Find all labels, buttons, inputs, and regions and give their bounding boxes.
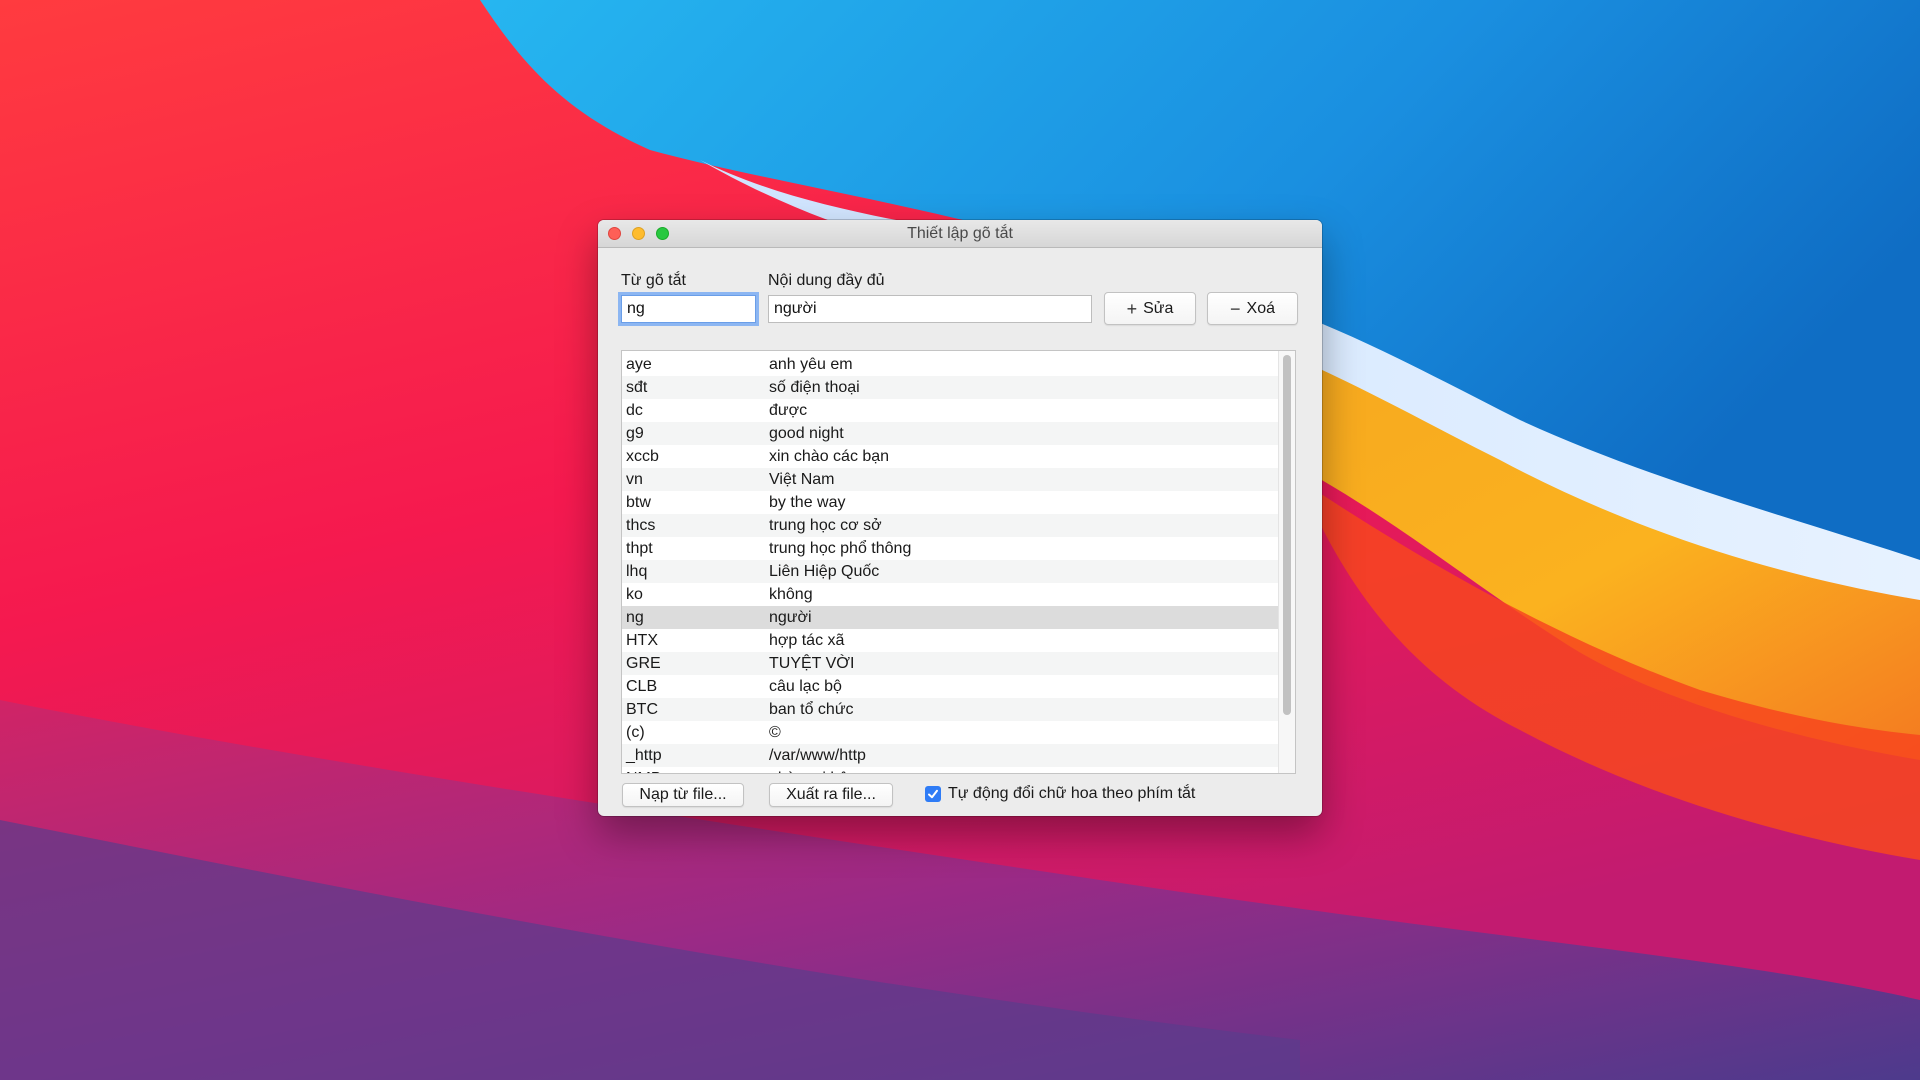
table-row[interactable]: thpt trung học phổ thông bbox=[622, 537, 1279, 560]
content-cell: Việt Nam bbox=[769, 471, 835, 488]
shortcut-cell: dc bbox=[626, 402, 643, 419]
shortcut-cell: aye bbox=[626, 356, 652, 373]
table-row[interactable]: BTC ban tổ chức bbox=[622, 698, 1279, 721]
content-cell: ban tổ chức bbox=[769, 701, 854, 718]
table-row[interactable]: vn Việt Nam bbox=[622, 468, 1279, 491]
text-replacement-window: Thiết lập gõ tắt Từ gõ tắt Nội dung đầy … bbox=[598, 220, 1322, 816]
shortcut-cell: ng bbox=[626, 609, 644, 626]
delete-button[interactable]: − Xoá bbox=[1207, 292, 1298, 325]
checkmark-icon bbox=[928, 789, 938, 799]
table-row[interactable]: (c) © bbox=[622, 721, 1279, 744]
table-row[interactable]: btw by the way bbox=[622, 491, 1279, 514]
table-row[interactable]: NMB nhà mọi bộ bbox=[622, 767, 1279, 773]
shortcut-cell: xccb bbox=[626, 448, 659, 465]
shortcut-cell: thpt bbox=[626, 540, 653, 557]
content-cell: nhà mọi bộ bbox=[769, 770, 848, 773]
table-row[interactable]: dc được bbox=[622, 399, 1279, 422]
shortcut-cell: _http bbox=[626, 747, 662, 764]
table-row[interactable]: ng người bbox=[622, 606, 1279, 629]
auto-caps-label: Tự động đổi chữ hoa theo phím tắt bbox=[948, 785, 1196, 802]
export-file-label: Xuất ra file... bbox=[786, 786, 876, 803]
shortcut-cell: BTC bbox=[626, 701, 658, 718]
content-cell: được bbox=[769, 402, 808, 419]
table-row[interactable]: lhq Liên Hiệp Quốc bbox=[622, 560, 1279, 583]
content-cell: xin chào các bạn bbox=[769, 448, 890, 465]
table-row[interactable]: g9 good night bbox=[622, 422, 1279, 445]
content-label: Nội dung đầy đủ bbox=[768, 272, 885, 289]
table-row[interactable]: sđt số điện thoại bbox=[622, 376, 1279, 399]
plus-icon: + bbox=[1126, 298, 1138, 319]
table-row[interactable]: HTX hợp tác xã bbox=[622, 629, 1279, 652]
export-file-button[interactable]: Xuất ra file... bbox=[769, 783, 893, 807]
scrollbar-thumb[interactable] bbox=[1283, 355, 1291, 715]
content-cell: trung học phổ thông bbox=[769, 540, 912, 557]
shortcut-cell: lhq bbox=[626, 563, 648, 580]
content-cell: Liên Hiệp Quốc bbox=[769, 563, 880, 580]
shortcut-cell: sđt bbox=[626, 379, 648, 396]
content-cell: good night bbox=[769, 425, 844, 442]
shortcut-input[interactable]: ng bbox=[621, 295, 756, 323]
shortcut-cell: ko bbox=[626, 586, 643, 603]
content-cell: hợp tác xã bbox=[769, 632, 845, 649]
content-cell: câu lạc bộ bbox=[769, 678, 842, 695]
shortcut-label: Từ gõ tắt bbox=[621, 272, 686, 289]
shortcut-cell: (c) bbox=[626, 724, 645, 741]
content-cell: trung học cơ sở bbox=[769, 517, 882, 534]
content-cell: by the way bbox=[769, 494, 846, 511]
shortcut-cell: NMB bbox=[626, 770, 662, 773]
shortcut-table-rows: aye anh yêu em sđt số điện thoại dc được g9 goo… bbox=[622, 353, 1279, 773]
shortcut-cell: btw bbox=[626, 494, 651, 511]
table-row[interactable]: GRE TUYỆT VỜI bbox=[622, 652, 1279, 675]
edit-button-label: Sửa bbox=[1143, 299, 1174, 317]
table-scrollbar[interactable] bbox=[1278, 351, 1295, 773]
edit-button[interactable]: + Sửa bbox=[1104, 292, 1196, 325]
content-cell: /var/www/http bbox=[769, 747, 866, 764]
shortcut-cell: CLB bbox=[626, 678, 658, 695]
table-row[interactable]: aye anh yêu em bbox=[622, 353, 1279, 376]
table-row[interactable]: _http/var/www/http bbox=[622, 744, 1279, 767]
window-title: Thiết lập gõ tắt bbox=[907, 225, 1013, 242]
import-file-button[interactable]: Nạp từ file... bbox=[622, 783, 744, 807]
minus-icon: − bbox=[1230, 298, 1241, 319]
content-cell: TUYỆT VỜI bbox=[769, 655, 855, 672]
table-row[interactable]: thcs trung học cơ sở bbox=[622, 514, 1279, 537]
content-cell: anh yêu em bbox=[769, 356, 853, 373]
shortcut-cell: g9 bbox=[626, 425, 644, 442]
content-cell: không bbox=[769, 586, 813, 603]
content-cell: số điện thoại bbox=[769, 379, 860, 396]
title-bar[interactable]: Thiết lập gõ tắt bbox=[598, 220, 1322, 248]
table-row[interactable]: ko không bbox=[622, 583, 1279, 606]
content-cell: © bbox=[769, 724, 781, 741]
shortcut-cell: GRE bbox=[626, 655, 661, 672]
content-cell: người bbox=[769, 609, 812, 626]
content-input[interactable]: người bbox=[768, 295, 1092, 323]
shortcut-cell: vn bbox=[626, 471, 643, 488]
table-row[interactable]: xccb xin chào các bạn bbox=[622, 445, 1279, 468]
auto-caps-checkbox[interactable] bbox=[925, 786, 941, 802]
table-row[interactable]: CLB câu lạc bộ bbox=[622, 675, 1279, 698]
import-file-label: Nạp từ file... bbox=[639, 786, 727, 803]
shortcut-cell: thcs bbox=[626, 517, 656, 534]
shortcut-cell: HTX bbox=[626, 632, 658, 649]
shortcut-table[interactable]: aye anh yêu em sđt số điện thoại dc được g9 goo… bbox=[621, 350, 1296, 774]
delete-button-label: Xoá bbox=[1246, 299, 1275, 317]
